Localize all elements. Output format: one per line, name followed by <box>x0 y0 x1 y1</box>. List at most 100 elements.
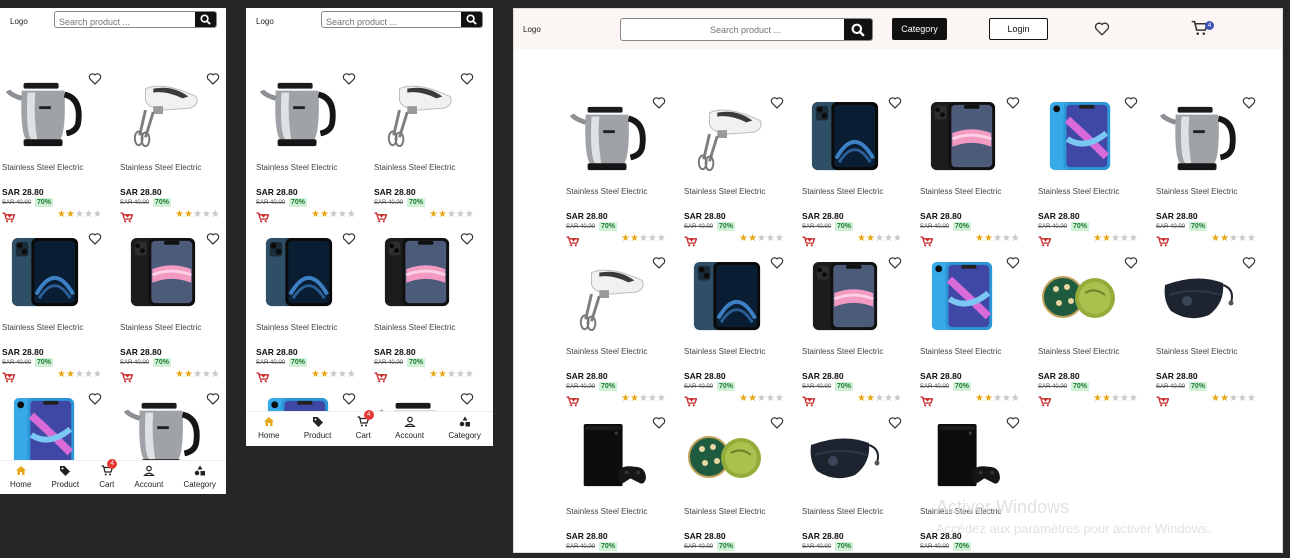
nav-item-cart[interactable]: 4 Cart <box>99 459 118 489</box>
nav-item-product[interactable]: Product <box>52 465 79 489</box>
search-bar[interactable] <box>620 18 873 41</box>
product-card[interactable]: Stainless Steel Electric SAR 28.80 SAR 40.… <box>682 404 800 552</box>
mixer-image[interactable] <box>686 98 768 176</box>
nav-item-home[interactable]: Home <box>10 465 31 489</box>
product-name[interactable]: Stainless Steel Electric <box>920 347 1001 356</box>
product-name[interactable]: Stainless Steel Electric <box>802 347 883 356</box>
heart-icon[interactable] <box>460 232 474 245</box>
kettle-image[interactable] <box>568 98 650 176</box>
product-name[interactable]: Stainless Steel Electric <box>120 163 201 172</box>
search-button[interactable] <box>461 12 482 27</box>
iphone-black-image[interactable] <box>804 258 886 336</box>
heart-icon[interactable] <box>1006 416 1020 429</box>
product-card[interactable]: Stainless Steel Electric SAR 28.80 SAR 40.… <box>918 84 1036 247</box>
iphone-xr-blue-image[interactable] <box>922 258 1004 336</box>
search-bar[interactable] <box>54 11 217 28</box>
search-input[interactable] <box>55 14 194 27</box>
product-name[interactable]: Stainless Steel Electric <box>684 507 765 516</box>
heart-icon[interactable] <box>1124 256 1138 269</box>
category-button[interactable]: Category <box>892 18 947 40</box>
login-button[interactable]: Login <box>989 18 1048 40</box>
product-name[interactable]: Stainless Steel Electric <box>256 323 337 332</box>
heart-icon[interactable] <box>342 232 356 245</box>
heart-icon[interactable] <box>342 72 356 85</box>
mixer-image[interactable] <box>122 74 204 152</box>
product-card[interactable]: Stainless Steel Electric SAR 28.80 SAR 40.… <box>564 244 682 407</box>
heart-icon[interactable] <box>88 232 102 245</box>
logo[interactable]: Logo <box>523 25 541 34</box>
search-input[interactable] <box>322 14 460 27</box>
heart-icon[interactable] <box>88 392 102 405</box>
face-mask-image[interactable] <box>1158 258 1240 336</box>
heart-icon[interactable] <box>1242 96 1256 109</box>
kettle-image[interactable] <box>4 74 86 152</box>
heart-icon[interactable] <box>206 392 220 405</box>
face-mask-image[interactable] <box>804 418 886 496</box>
logo[interactable]: Logo <box>256 17 274 26</box>
console-image[interactable] <box>922 418 1004 496</box>
product-name[interactable]: Stainless Steel Electric <box>256 163 337 172</box>
nav-item-cart[interactable]: 4 Cart <box>356 410 374 440</box>
iphone-black-image[interactable] <box>922 98 1004 176</box>
product-name[interactable]: Stainless Steel Electric <box>566 347 647 356</box>
product-name[interactable]: Stainless Steel Electric <box>374 323 455 332</box>
nav-item-product[interactable]: Product <box>304 416 331 440</box>
product-card[interactable]: Stainless Steel Electric SAR 28.80 SAR 40.… <box>1036 84 1154 247</box>
product-name[interactable]: Stainless Steel Electric <box>920 187 1001 196</box>
heart-icon[interactable] <box>770 256 784 269</box>
heart-icon[interactable] <box>888 256 902 269</box>
heart-icon[interactable] <box>1006 256 1020 269</box>
heart-icon[interactable] <box>342 392 356 405</box>
add-to-cart-icon[interactable] <box>1038 394 1052 407</box>
iphone-blue-image[interactable] <box>686 258 768 336</box>
iphone-xr-blue-image[interactable] <box>1040 98 1122 176</box>
product-card[interactable]: Stainless Steel Electric SAR 28.80 SAR 40.… <box>1036 244 1154 407</box>
eye-patches-image[interactable] <box>686 418 768 496</box>
product-name[interactable]: Stainless Steel Electric <box>1156 187 1237 196</box>
product-card[interactable]: Stainless Steel Electric SAR 28.80 SAR 40.… <box>254 60 372 223</box>
heart-icon[interactable] <box>206 232 220 245</box>
product-name[interactable]: Stainless Steel Electric <box>2 163 83 172</box>
product-card[interactable]: Stainless Steel Electric SAR 28.80 SAR 40.… <box>372 220 490 383</box>
product-card[interactable]: Stainless Steel Electric SAR 28.80 SAR 40.… <box>800 244 918 407</box>
product-name[interactable]: Stainless Steel Electric <box>684 347 765 356</box>
heart-icon[interactable] <box>206 72 220 85</box>
nav-item-category[interactable]: Category <box>448 416 481 440</box>
iphone-blue-image[interactable] <box>258 234 340 312</box>
heart-icon[interactable] <box>888 416 902 429</box>
product-card[interactable]: Stainless Steel Electric SAR 28.80 SAR 40.… <box>118 220 226 383</box>
wishlist-heart-icon[interactable] <box>1094 21 1110 36</box>
heart-icon[interactable] <box>652 96 666 109</box>
heart-icon[interactable] <box>1242 256 1256 269</box>
product-card[interactable]: Stainless Steel Electric SAR 28.80 SAR 40.… <box>918 244 1036 407</box>
nav-item-home[interactable]: Home <box>258 416 280 440</box>
heart-icon[interactable] <box>1006 96 1020 109</box>
mixer-image[interactable] <box>568 258 650 336</box>
heart-icon[interactable] <box>770 96 784 109</box>
product-name[interactable]: Stainless Steel Electric <box>566 507 647 516</box>
iphone-black-image[interactable] <box>122 234 204 312</box>
search-button[interactable] <box>844 19 872 40</box>
product-name[interactable]: Stainless Steel Electric <box>374 163 455 172</box>
product-card[interactable]: Stainless Steel Electric SAR 28.80 SAR 40.… <box>1154 244 1272 407</box>
product-card[interactable]: Stainless Steel Electric SAR 28.80 SAR 40.… <box>254 220 372 383</box>
heart-icon[interactable] <box>652 416 666 429</box>
search-bar[interactable] <box>321 11 483 28</box>
product-card[interactable]: Stainless Steel Electric SAR 28.80 SAR 40.… <box>682 84 800 247</box>
nav-item-account[interactable]: Account <box>134 465 163 489</box>
add-to-cart-icon[interactable] <box>1156 394 1170 407</box>
iphone-blue-image[interactable] <box>4 234 86 312</box>
console-image[interactable] <box>568 418 650 496</box>
product-name[interactable]: Stainless Steel Electric <box>802 507 883 516</box>
logo[interactable]: Logo <box>10 17 28 26</box>
heart-icon[interactable] <box>888 96 902 109</box>
heart-icon[interactable] <box>1124 96 1138 109</box>
product-name[interactable]: Stainless Steel Electric <box>2 323 83 332</box>
eye-patches-image[interactable] <box>1040 258 1122 336</box>
product-card[interactable]: Stainless Steel Electric SAR 28.80 SAR 40.… <box>118 60 226 223</box>
kettle-image[interactable] <box>1158 98 1240 176</box>
product-card[interactable]: Stainless Steel Electric SAR 28.80 SAR 40.… <box>0 60 118 223</box>
product-card[interactable]: Stainless Steel Electric SAR 28.80 SAR 40.… <box>800 404 918 552</box>
heart-icon[interactable] <box>88 72 102 85</box>
kettle-image[interactable] <box>258 74 340 152</box>
